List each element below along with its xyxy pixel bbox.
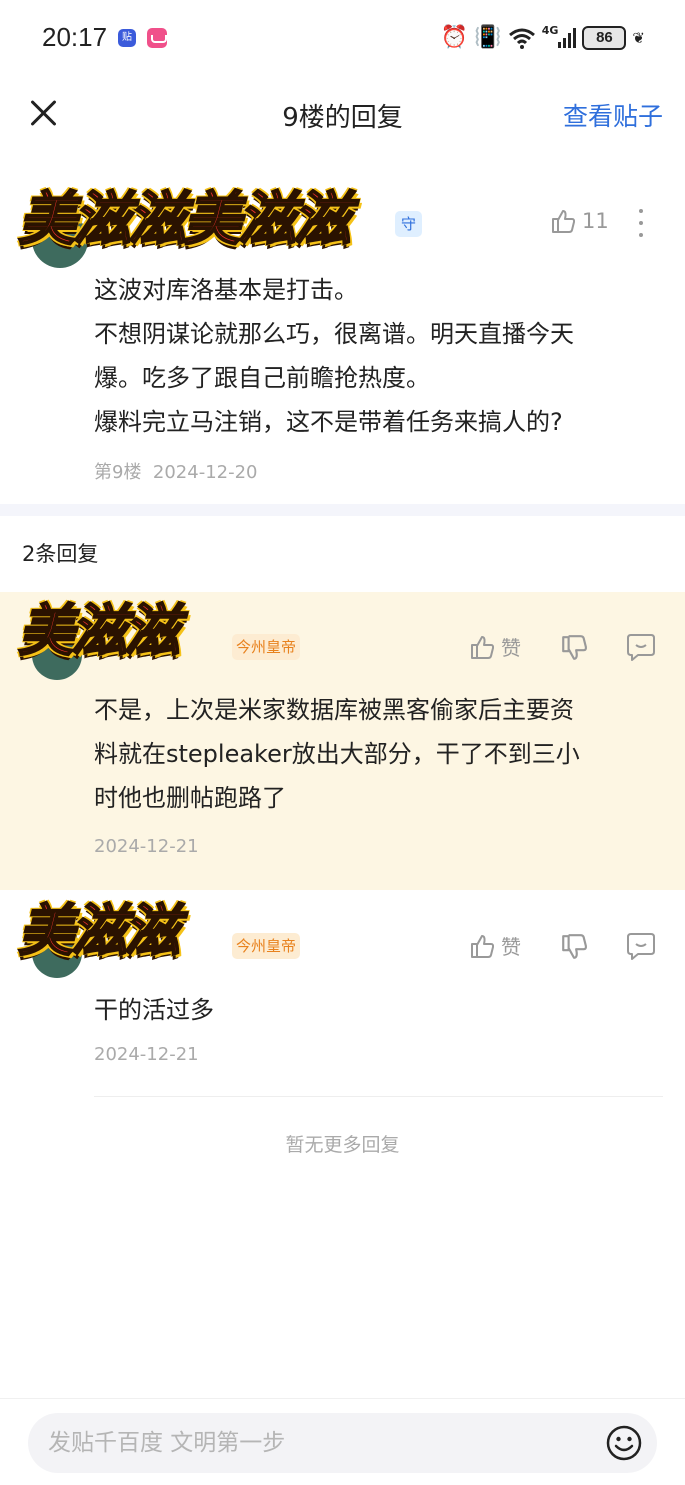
thumbs-down-icon[interactable] bbox=[560, 634, 588, 662]
more-vertical-icon[interactable] bbox=[636, 206, 646, 242]
network-type: 4G bbox=[541, 23, 559, 37]
floor-number: 第9楼 bbox=[94, 462, 142, 483]
reply-line: 不是，上次是米家数据库被黑客偷家后主要资 bbox=[94, 696, 574, 724]
reply-line: 干的活过多 bbox=[94, 996, 214, 1024]
thumbs-up-icon bbox=[471, 934, 495, 958]
post-line: 这波对库洛基本是打击。 bbox=[94, 276, 358, 304]
like-button[interactable]: 赞 bbox=[469, 931, 521, 960]
view-post-link[interactable]: 查看贴子 bbox=[563, 97, 663, 133]
thumbs-down-icon[interactable] bbox=[560, 933, 588, 961]
reply-count: 2条回复 bbox=[22, 542, 99, 566]
username-sticker[interactable]: 美滋滋 bbox=[17, 898, 181, 966]
post-meta: 第9楼 2024-12-20 bbox=[94, 458, 258, 484]
tieba-app-icon: 贴 bbox=[118, 29, 136, 47]
emoji-icon[interactable] bbox=[606, 1425, 642, 1461]
signal-icon bbox=[558, 28, 577, 48]
reply-input[interactable] bbox=[48, 1413, 588, 1473]
section-divider bbox=[0, 504, 685, 516]
post-line: 爆料完立马注销，这不是带着任务来搞人的? bbox=[94, 408, 563, 436]
reply-content: 干的活过多 bbox=[94, 988, 660, 1032]
like-button[interactable]: 11 bbox=[550, 208, 609, 234]
post-line: 爆。吃多了跟自己前瞻抢热度。 bbox=[94, 364, 430, 392]
reply-item: 今州皇帝 美滋滋 赞 干的活过多 2024-12-21 bbox=[0, 890, 685, 1100]
battery-icon: 86 bbox=[582, 26, 627, 50]
composer-box bbox=[28, 1413, 657, 1473]
post-date: 2024-12-20 bbox=[152, 462, 258, 483]
user-badge: 今州皇帝 bbox=[232, 634, 301, 660]
shopping-app-icon bbox=[147, 28, 167, 48]
user-badge: 守 bbox=[395, 211, 423, 237]
status-bar: 20:17 贴 ⏰ 📳 4G 86 ❦ bbox=[0, 0, 685, 78]
reply-content: 不是，上次是米家数据库被黑客偷家后主要资 料就在stepleaker放出大部分，… bbox=[94, 688, 660, 820]
status-time: 20:17 bbox=[42, 22, 108, 52]
user-badge: 今州皇帝 bbox=[232, 933, 301, 959]
divider bbox=[94, 1096, 663, 1097]
post-line: 不想阴谋论就那么巧，很离谱。明天直播今天 bbox=[94, 320, 574, 348]
nav-bar: 9楼的回复 查看贴子 bbox=[0, 78, 685, 152]
username-sticker[interactable]: 美滋滋 bbox=[17, 598, 181, 666]
reply-date: 2024-12-21 bbox=[94, 1044, 199, 1065]
status-icons: ⏰ 📳 4G 86 ❦ bbox=[441, 24, 645, 52]
composer-bar bbox=[0, 1398, 685, 1485]
reply-item: 今州皇帝 美滋滋 赞 不是，上次是米家数据库被黑客偷家后主要资 料就在stepl… bbox=[0, 592, 685, 890]
like-count: 11 bbox=[582, 209, 609, 233]
username-sticker[interactable]: 美滋滋美滋滋 bbox=[17, 184, 352, 254]
like-label: 赞 bbox=[501, 935, 521, 959]
alarm-icon: ⏰ bbox=[440, 25, 469, 50]
reply-date: 2024-12-21 bbox=[94, 836, 199, 857]
no-more-replies: 暂无更多回复 bbox=[285, 1134, 400, 1156]
reply-line: 时他也删帖跑路了 bbox=[94, 784, 286, 812]
thumbs-up-icon bbox=[552, 210, 576, 233]
like-button[interactable]: 赞 bbox=[469, 632, 521, 661]
thumbs-up-icon bbox=[471, 635, 495, 659]
post-content: 这波对库洛基本是打击。 不想阴谋论就那么巧，很离谱。明天直播今天 爆。吃多了跟自… bbox=[94, 268, 664, 444]
vibrate-icon: 📳 bbox=[474, 25, 502, 50]
main-post: 守 美滋滋美滋滋 11 这波对库洛基本是打击。 不想阴谋论就那么巧，很离谱。明天… bbox=[0, 170, 685, 504]
reply-line: 料就在stepleaker放出大部分，干了不到三小 bbox=[94, 740, 580, 768]
wifi-icon bbox=[508, 28, 535, 49]
comment-icon[interactable] bbox=[626, 632, 656, 662]
comment-icon[interactable] bbox=[626, 931, 656, 961]
like-label: 赞 bbox=[501, 636, 521, 660]
leaf-icon: ❦ bbox=[632, 29, 645, 47]
